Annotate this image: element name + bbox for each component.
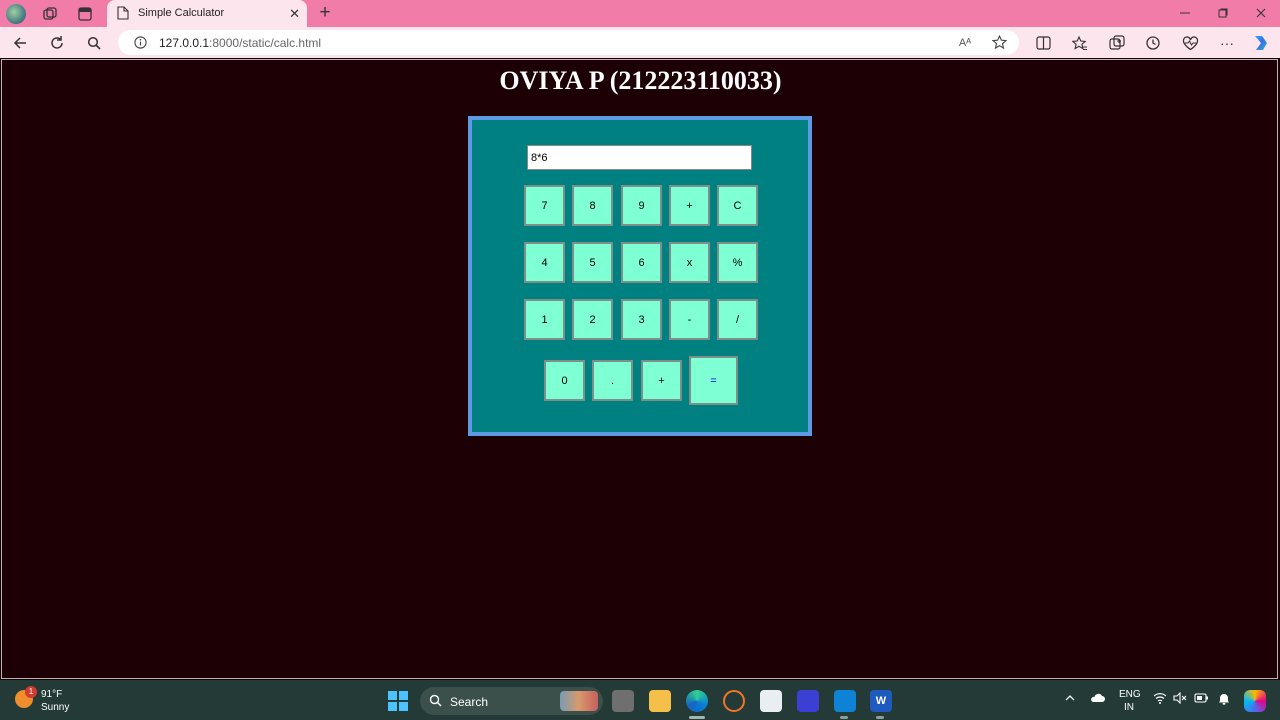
vscode-open-indicator [840,716,848,719]
search-icon [429,694,442,712]
tab-close-icon[interactable]: ✕ [289,6,300,22]
key-6[interactable]: 6 [621,242,662,283]
copilot-taskbar-icon[interactable] [1244,690,1266,712]
key-divide[interactable]: / [717,299,758,340]
wifi-icon[interactable] [1152,692,1168,708]
taskbar: 1 91°F Sunny Search W ENG IN [0,680,1280,720]
tab-simple-calculator[interactable]: Simple Calculator ✕ [107,0,307,27]
microsoft-store-icon[interactable] [760,690,782,712]
page-icon [117,6,129,25]
page-title: OVIYA P (212223110033) [499,66,782,95]
navigation-bar: 127.0.0.1:8000/static/calc.html Aᴬ ··· [0,27,1280,58]
tab-actions-icon[interactable] [75,4,95,24]
volume-muted-icon[interactable] [1172,691,1188,708]
jupyter-icon[interactable] [723,690,745,712]
key-0[interactable]: 0 [544,360,585,401]
start-windows-icon[interactable] [388,691,408,711]
favorite-star-icon[interactable] [990,34,1008,51]
profile-avatar-icon[interactable] [6,4,26,24]
key-7[interactable]: 7 [524,185,565,226]
key-1[interactable]: 1 [524,299,565,340]
workspaces-icon[interactable] [40,4,60,24]
key-multiply[interactable]: x [669,242,710,283]
new-tab-button[interactable]: + [316,3,334,23]
key-clear[interactable]: C [717,185,758,226]
taskbar-search-box[interactable]: Search [420,687,603,715]
key-decimal[interactable]: . [592,360,633,401]
url-text: 127.0.0.1:8000/static/calc.html [159,36,321,50]
file-explorer-icon[interactable] [649,690,671,712]
weather-temperature[interactable]: 91°F [41,689,62,700]
word-icon[interactable]: W [870,690,892,712]
key-plus-bottom[interactable]: + [641,360,682,401]
vscode-icon[interactable] [834,690,856,712]
favorites-icon[interactable] [1069,32,1091,54]
calculator-panel: 7 8 9 + C 4 5 6 x % 1 2 3 - / 0 . + = [468,116,812,436]
edge-active-indicator [689,716,705,719]
notification-bell-icon[interactable] [1216,692,1232,708]
battery-icon[interactable] [1193,692,1209,708]
url-host: 127.0.0.1 [159,36,210,50]
history-icon[interactable] [1142,32,1164,54]
chevron-up-icon[interactable] [1062,692,1078,708]
weather-condition[interactable]: Sunny [41,702,69,713]
back-arrow-icon[interactable] [9,32,31,54]
key-8[interactable]: 8 [572,185,613,226]
key-4[interactable]: 4 [524,242,565,283]
collections-icon[interactable] [1106,32,1128,54]
key-percent[interactable]: % [717,242,758,283]
address-bar[interactable]: 127.0.0.1:8000/static/calc.html Aᴬ [118,30,1019,55]
tab-title: Simple Calculator [138,7,225,19]
maximize-button[interactable] [1212,4,1234,22]
key-9[interactable]: 9 [621,185,662,226]
calculator-display[interactable] [527,145,752,170]
copilot-icon[interactable] [1250,32,1272,54]
weather-badge: 1 [25,686,37,698]
performance-heart-icon[interactable] [1179,32,1201,54]
key-minus[interactable]: - [669,299,710,340]
edge-browser-icon[interactable] [686,690,708,712]
page-viewport: OVIYA P (212223110033) 7 8 9 + C 4 5 6 x… [1,59,1278,679]
read-aloud-icon[interactable]: Aᴬ [956,34,974,51]
close-window-button[interactable] [1250,4,1272,22]
key-equals[interactable]: = [689,356,738,405]
key-5[interactable]: 5 [572,242,613,283]
key-2[interactable]: 2 [572,299,613,340]
minimize-button[interactable] [1174,4,1196,22]
pen-app-icon[interactable] [797,690,819,712]
language-indicator-line2[interactable]: IN [1124,702,1134,713]
search-icon[interactable] [83,32,105,54]
reload-icon[interactable] [46,32,68,54]
language-indicator-line1[interactable]: ENG [1119,689,1141,700]
site-info-icon[interactable] [134,36,147,54]
task-view-icon[interactable] [612,690,634,712]
url-path: :8000/static/calc.html [209,36,322,50]
word-open-indicator [876,716,884,719]
onedrive-cloud-icon[interactable] [1089,692,1105,708]
key-3[interactable]: 3 [621,299,662,340]
more-options-icon[interactable]: ··· [1216,32,1238,54]
split-screen-icon[interactable] [1032,32,1054,54]
key-plus[interactable]: + [669,185,710,226]
tab-bar: Simple Calculator ✕ + [0,0,1280,27]
taskbar-search-label: Search [450,695,489,709]
search-highlight-image [560,691,598,711]
